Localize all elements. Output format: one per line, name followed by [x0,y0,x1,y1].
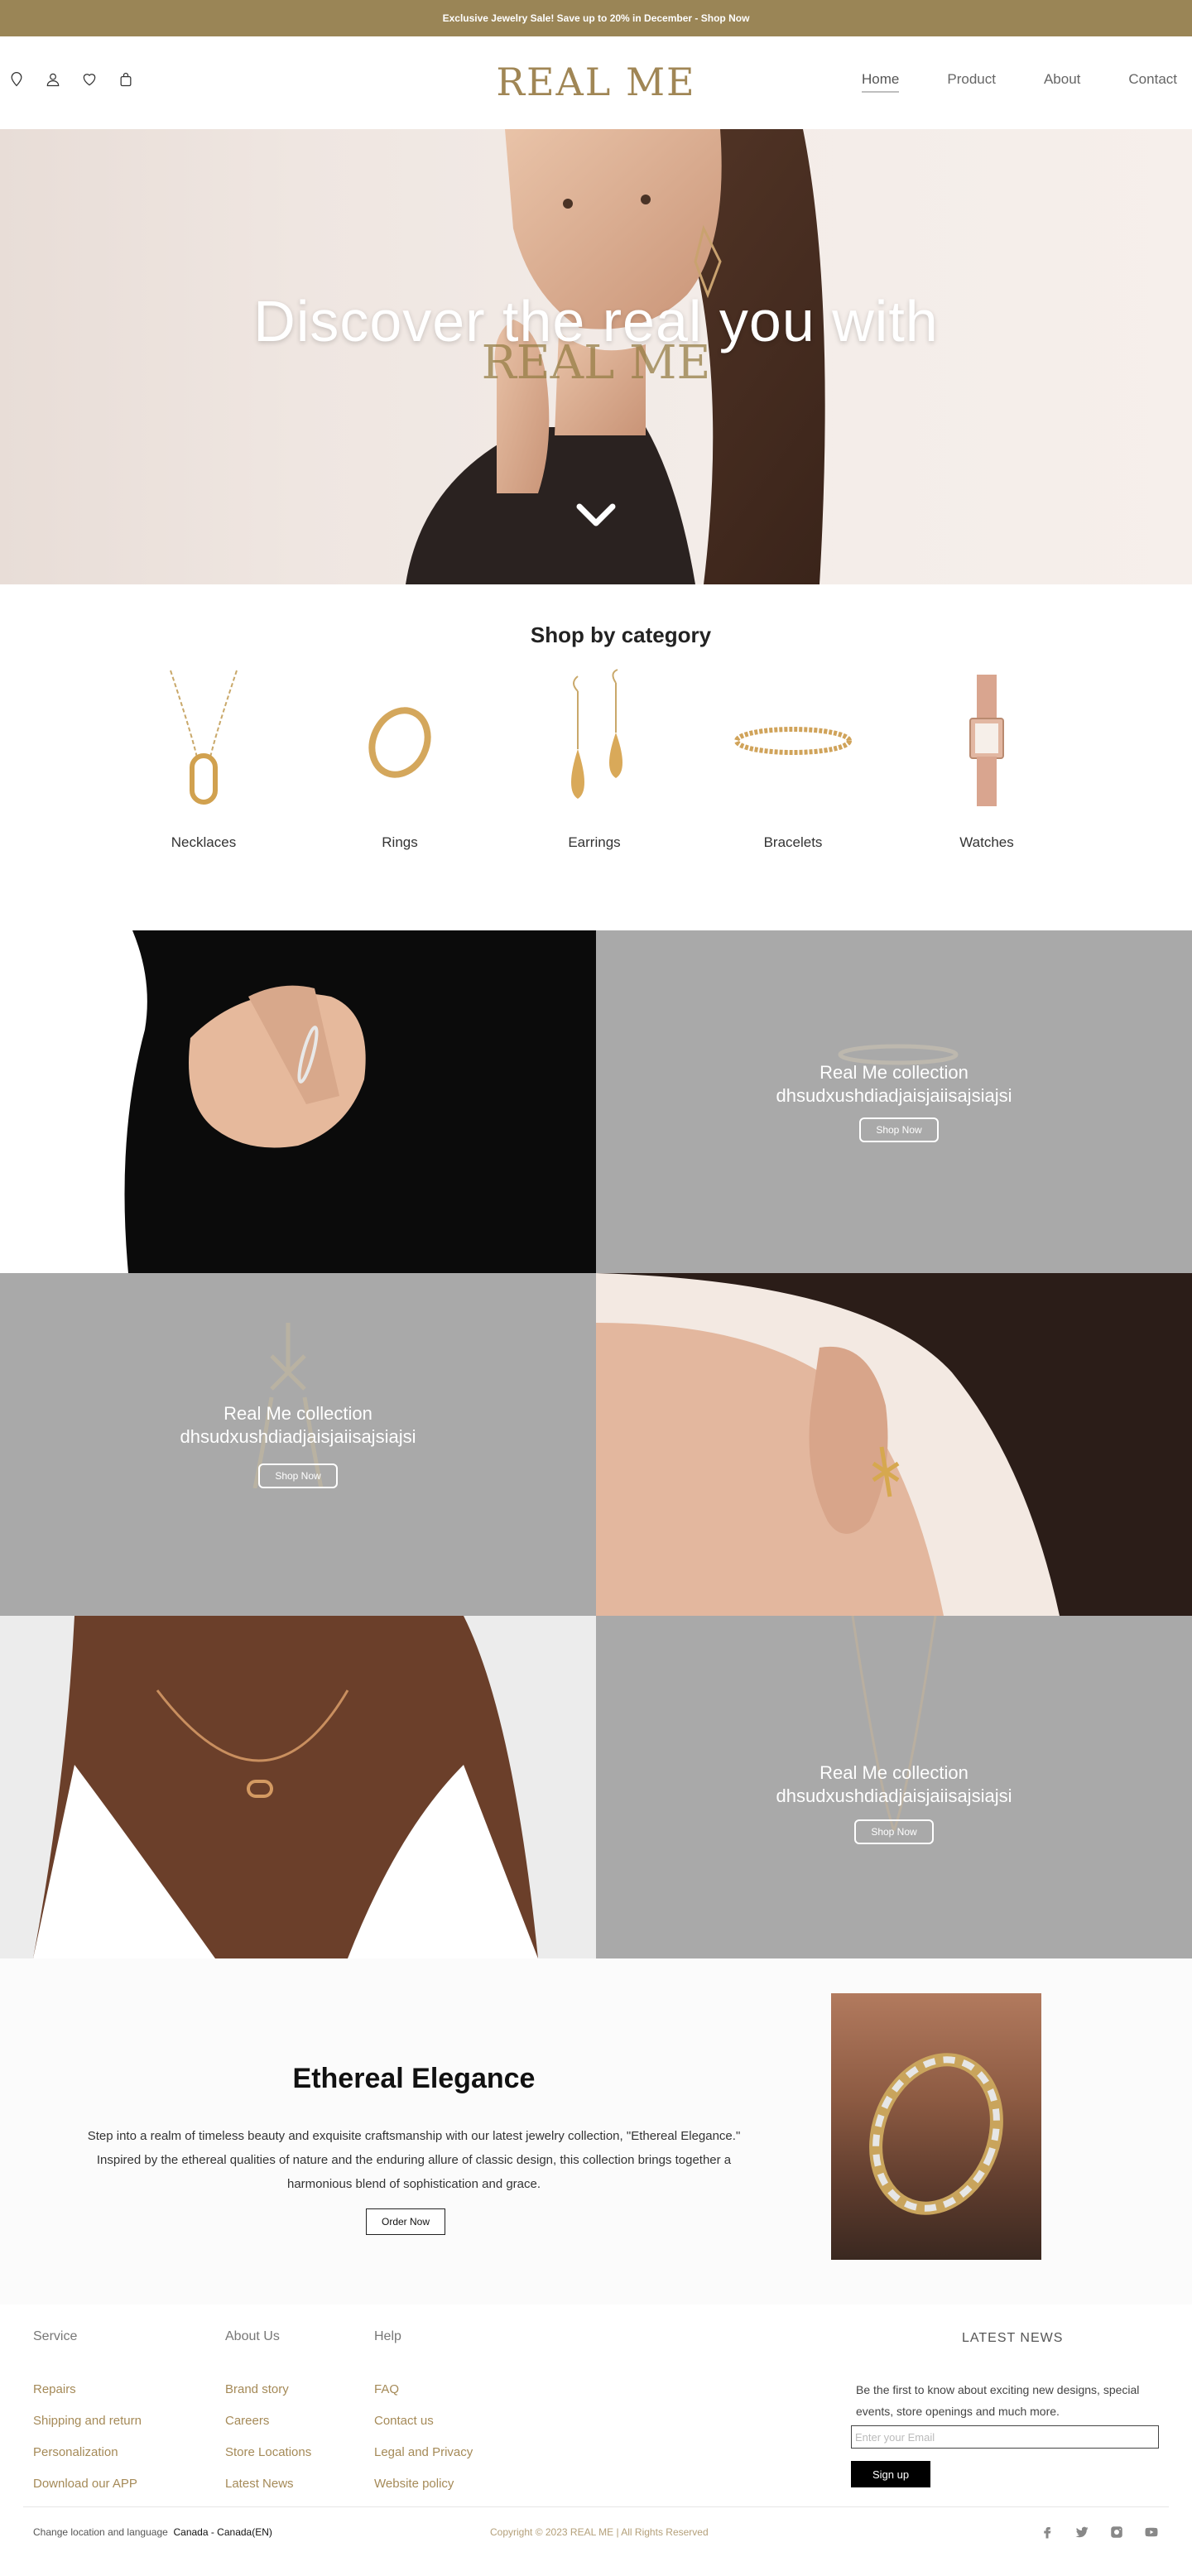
shop-now-button[interactable]: Shop Now [859,1117,939,1142]
collection-card: Real Me collection dhsudxushdiadjaisjaii… [596,930,1192,1273]
collection-card: Real Me collection dhsudxushdiadjaisjaii… [596,1616,1192,1958]
footer-divider [23,2506,1169,2507]
feature-section: Ethereal Elegance Step into a realm of t… [0,1958,1192,2304]
footer-heading-help: Help [374,2329,401,2343]
category-earrings[interactable]: Earrings [520,662,669,851]
order-now-button[interactable]: Order Now [366,2208,445,2235]
watch-image [912,662,1061,819]
locale-value[interactable]: Canada - Canada(EN) [173,2526,272,2538]
collection-title: Real Me collection [820,1062,968,1083]
footer-link-contact[interactable]: Contact us [374,2414,434,2428]
footer-link-repairs[interactable]: Repairs [33,2382,76,2396]
feature-ring-image [831,1993,1041,2260]
footer-link-store-locations[interactable]: Store Locations [225,2445,311,2459]
collection-subtitle: dhsudxushdiadjaisjaiisajsiajsi [776,1785,1012,1806]
earrings-image [520,662,669,819]
shop-now-button[interactable]: Shop Now [854,1819,934,1844]
footer-link-careers[interactable]: Careers [225,2414,269,2428]
nav-about[interactable]: About [1044,71,1080,93]
category-label: Watches [959,834,1014,850]
category-rings[interactable]: Rings [325,662,474,851]
nav-contact[interactable]: Contact [1128,71,1177,93]
copyright-text: Copyright © 2023 REAL ME | All Rights Re… [490,2526,709,2538]
hero-banner: Discover the real you with REAL ME [0,129,1192,584]
feature-description: Step into a realm of timeless beauty and… [87,2129,741,2191]
footer-heading-service: Service [33,2329,78,2343]
collection-photo-necklace [0,1616,596,1958]
bag-icon[interactable] [116,70,136,89]
locale-label: Change location and language [33,2526,168,2538]
footer-link-brand-story[interactable]: Brand story [225,2382,289,2396]
footer-link-shipping[interactable]: Shipping and return [33,2414,142,2428]
social-links [1038,2523,1161,2541]
collection-photo-ring [0,930,596,1273]
youtube-icon[interactable] [1142,2523,1161,2541]
announcement-text[interactable]: Exclusive Jewelry Sale! Save up to 20% i… [443,12,750,24]
collection-title: Real Me collection [223,1403,372,1424]
collection-title: Real Me collection [820,1762,968,1783]
announcement-bar[interactable]: Exclusive Jewelry Sale! Save up to 20% i… [0,0,1192,36]
shop-now-button[interactable]: Shop Now [258,1463,338,1488]
facebook-icon[interactable] [1038,2523,1056,2541]
header-icons [7,70,136,89]
ring-image [325,662,474,819]
category-necklaces[interactable]: Necklaces [129,662,278,851]
user-icon[interactable] [43,70,63,89]
collection-subtitle: dhsudxushdiadjaisjaiisajsiajsi [776,1085,1012,1106]
footer-link-latest-news[interactable]: Latest News [225,2477,294,2491]
category-section-title: Shop by category [530,622,712,647]
nav-product[interactable]: Product [947,71,996,93]
newsletter-text: Be the first to know about exciting new … [856,2383,1140,2418]
category-label: Earrings [568,834,621,850]
page: Exclusive Jewelry Sale! Save up to 20% i… [0,0,1192,2576]
category-bracelets[interactable]: Bracelets [719,662,868,851]
locale-selector: Change location and language Canada - Ca… [33,2526,272,2538]
signup-button[interactable]: Sign up [851,2461,930,2487]
footer-link-download-app[interactable]: Download our APP [33,2477,137,2491]
footer-link-faq[interactable]: FAQ [374,2382,399,2396]
main-nav: Home Product About Contact [862,71,1177,93]
logo[interactable]: REAL ME [496,60,695,104]
email-field[interactable] [851,2425,1159,2449]
collection-subtitle: dhsudxushdiadjaisjaiisajsiajsi [180,1426,416,1447]
necklace-image [129,662,278,819]
footer-link-website-policy[interactable]: Website policy [374,2477,454,2491]
category-label: Bracelets [763,834,823,850]
bracelet-image [719,662,868,819]
chevron-down-icon[interactable] [576,502,616,528]
hero-brand: REAL ME [481,336,711,390]
category-watches[interactable]: Watches [912,662,1061,851]
instagram-icon[interactable] [1108,2523,1126,2541]
newsletter-heading: LATEST NEWS [962,2331,1064,2345]
category-label: Necklaces [171,834,237,850]
footer-heading-about: About Us [225,2329,280,2343]
site-header: REAL ME Home Product About Contact [0,36,1192,129]
feature-title: Ethereal Elegance [292,2063,536,2094]
location-icon[interactable] [7,70,26,89]
heart-icon[interactable] [79,70,99,89]
footer-link-legal[interactable]: Legal and Privacy [374,2445,473,2459]
footer-link-personalization[interactable]: Personalization [33,2445,118,2459]
twitter-icon[interactable] [1073,2523,1091,2541]
collection-photo-earring [596,1273,1192,1616]
site-footer: Service Repairs Shipping and return Pers… [0,2304,1192,2576]
category-label: Rings [382,834,418,850]
nav-home[interactable]: Home [862,71,900,93]
collection-card: Real Me collection dhsudxushdiadjaisjaii… [0,1273,596,1616]
